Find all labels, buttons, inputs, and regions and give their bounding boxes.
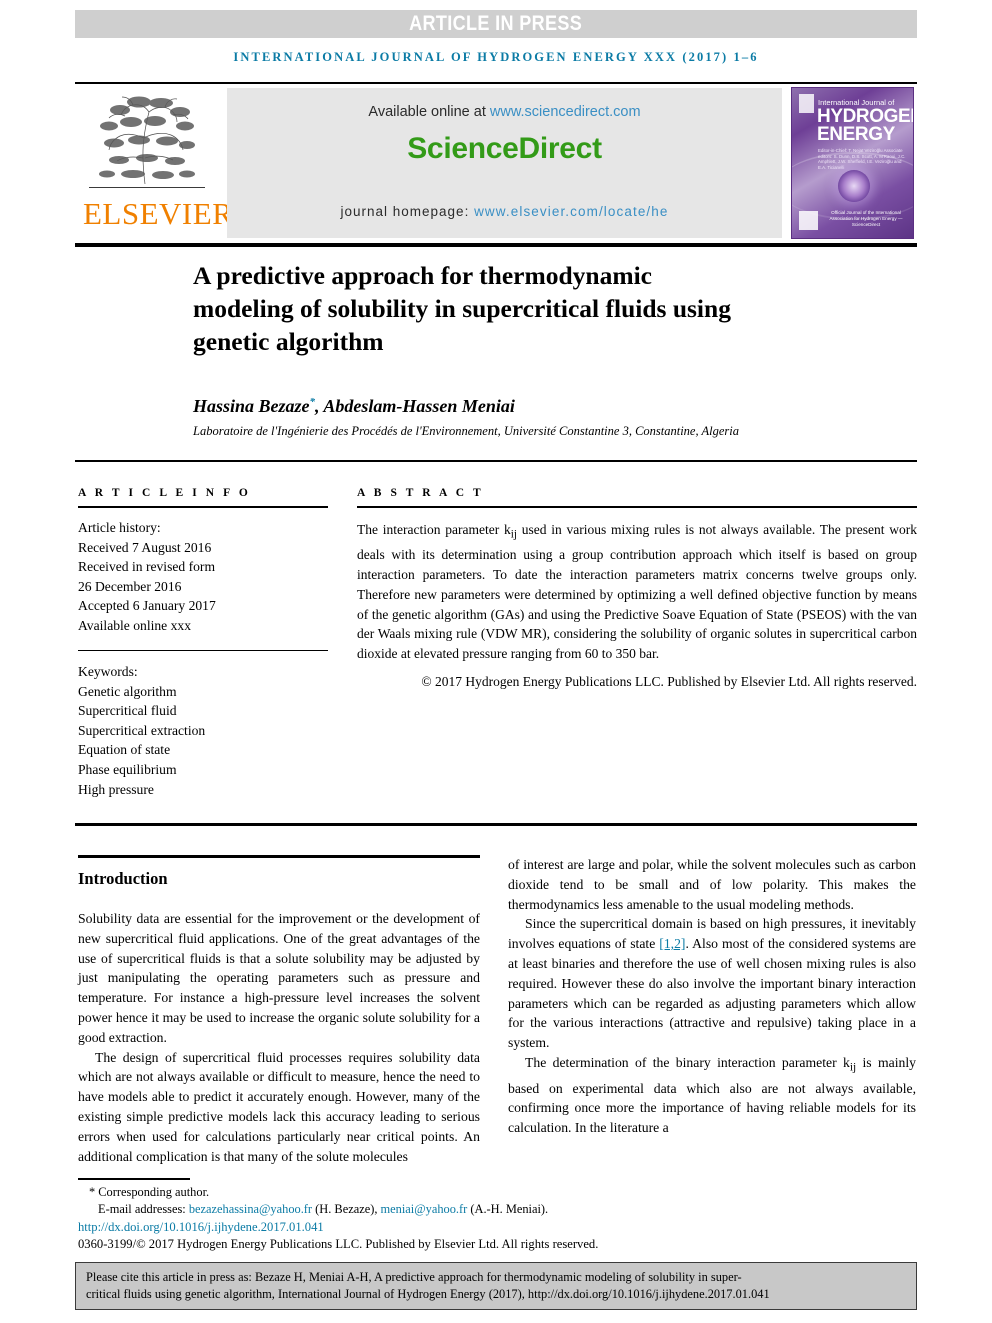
article-in-press-banner: ARTICLE IN PRESS [75, 10, 917, 38]
available-online-prefix: Available online at [368, 104, 490, 120]
elsevier-logo: ELSEVIER [81, 88, 233, 238]
masthead-top-rule [75, 82, 917, 84]
corresponding-author-note: * Corresponding author. [89, 1184, 210, 1199]
title-line-3: genetic algorithm [193, 327, 384, 356]
email-addresses-line: E-mail addresses: bezazehassina@yahoo.fr… [78, 1201, 638, 1219]
journal-running-head: INTERNATIONAL JOURNAL OF HYDROGEN ENERGY… [233, 50, 759, 64]
keywords-heading: Keywords: [78, 664, 138, 680]
page-title: A predictive approach for thermodynamic … [193, 259, 803, 358]
sciencedirect-url-link[interactable]: www.sciencedirect.com [490, 104, 641, 120]
email-link-2[interactable]: meniai@yahoo.fr [381, 1202, 468, 1216]
article-history-block: Article history: Received 7 August 2016 … [78, 518, 328, 636]
cover-orb-graphic [838, 170, 870, 202]
article-info-label: A R T I C L E I N F O [78, 487, 251, 499]
masthead-bottom-rule [75, 243, 917, 247]
article-info-rule [78, 506, 328, 508]
history-item: 26 December 2016 [78, 578, 182, 594]
abstract-rule [357, 506, 917, 508]
introduction-heading: Introduction [78, 869, 168, 888]
elsevier-tree-drawing [99, 96, 195, 185]
elsevier-wordmark: ELSEVIER [83, 196, 234, 231]
citation-notice-box: Please cite this article in press as: Be… [75, 1262, 917, 1310]
body-column-left: Introduction Solubility data are essenti… [78, 855, 480, 1166]
abstract-section: A B S T R A C T The interaction paramete… [357, 487, 917, 691]
footnote-block: * Corresponding author. E-mail addresses… [78, 1178, 638, 1252]
email-link-1[interactable]: bezazehassina@yahoo.fr [189, 1202, 312, 1216]
keyword-item: High pressure [78, 781, 154, 797]
footnote-rule [78, 1178, 190, 1180]
doi-link[interactable]: http://dx.doi.org/10.1016/j.ijhydene.201… [78, 1220, 638, 1235]
article-info-section: A R T I C L E I N F O Article history: R… [78, 487, 328, 799]
email-owner-1: (H. Bezaze), [312, 1202, 381, 1217]
journal-homepage-line: journal homepage: www.elsevier.com/locat… [227, 204, 782, 219]
cover-association-mark-icon [799, 211, 818, 230]
article-in-press-label: ARTICLE IN PRESS [409, 12, 583, 35]
journal-homepage-link[interactable]: www.elsevier.com/locate/he [474, 204, 668, 219]
right-paragraph-2-part-b: . Also most of the considered systems ar… [508, 936, 916, 1051]
cover-editors-text: Editor-in-Chief: T. Nejat Veziroğlu Asso… [818, 148, 906, 170]
cover-title-energy: ENERGY [817, 124, 895, 145]
article-history-heading: Article history: [78, 520, 161, 535]
author-primary: Hassina Bezaze [193, 396, 310, 416]
sciencedirect-panel: Available online at www.sciencedirect.co… [227, 88, 782, 238]
keyword-item: Equation of state [78, 742, 171, 758]
history-item: Received in revised form [78, 559, 216, 575]
masthead: ELSEVIER Available online at www.science… [75, 86, 917, 241]
cover-elsevier-mark-icon [799, 94, 814, 113]
abstract-label: A B S T R A C T [357, 487, 484, 499]
intro-paragraph-1: Solubility data are essential for the im… [78, 911, 480, 1045]
title-line-1: A predictive approach for thermodynamic [193, 261, 652, 290]
reference-citation-link[interactable]: [1,2] [659, 936, 685, 951]
elsevier-tree-icon [87, 88, 207, 194]
abstract-text: The interaction parameter kij used in va… [357, 522, 917, 661]
journal-homepage-prefix: journal homepage: [340, 204, 475, 219]
keyword-item: Supercritical extraction [78, 722, 206, 738]
author-secondary: , Abdeslam-Hassen Meniai [315, 396, 515, 416]
issn-copyright-line: 0360-3199/© 2017 Hydrogen Energy Publica… [78, 1236, 599, 1251]
email-owner-2: (A.-H. Meniai). [467, 1202, 549, 1217]
author-list: Hassina Bezaze*, Abdeslam-Hassen Meniai [193, 396, 893, 417]
keyword-item: Phase equilibrium [78, 762, 177, 778]
right-paragraph-1: of interest are large and polar, while t… [508, 857, 916, 912]
sciencedirect-wordmark: ScienceDirect [407, 132, 602, 165]
author-affiliation: Laboratoire de l'Ingénierie des Procédés… [193, 424, 740, 438]
keywords-divider-rule [78, 649, 328, 652]
keyword-item: Supercritical fluid [78, 703, 177, 719]
article-page: ARTICLE IN PRESS INTERNATIONAL JOURNAL O… [0, 0, 992, 1323]
right-paragraph-2: Since the supercritical domain is based … [508, 914, 916, 1053]
left-column-top-rule [78, 855, 480, 858]
title-section-rule [75, 460, 917, 462]
abstract-copyright: © 2017 Hydrogen Energy Publications LLC.… [421, 673, 917, 689]
title-line-2: modeling of solubility in supercritical … [193, 294, 731, 323]
journal-cover-image: International Journal of HYDROGEN ENERGY… [791, 87, 914, 239]
keywords-block: Keywords: Genetic algorithm Supercritica… [78, 662, 328, 799]
history-item: Accepted 6 January 2017 [78, 598, 216, 614]
body-column-right: of interest are large and polar, while t… [508, 855, 916, 1138]
right-paragraph-3: The determination of the binary interact… [508, 1054, 916, 1136]
available-online-line: Available online at www.sciencedirect.co… [227, 104, 782, 120]
email-label: E-mail addresses: [98, 1202, 189, 1217]
intro-paragraph-2: The design of supercritical fluid proces… [78, 1049, 480, 1164]
keyword-item: Genetic algorithm [78, 683, 177, 699]
cover-footer-text: Official Journal of the International As… [829, 210, 903, 227]
history-item: Received 7 August 2016 [78, 539, 212, 555]
abstract-section-rule [75, 823, 917, 826]
elsevier-tree-baseline [89, 186, 205, 188]
citation-line-2: critical fluids using genetic algorithm,… [86, 1287, 770, 1302]
citation-line-1: Please cite this article in press as: Be… [86, 1270, 742, 1284]
citation-notice-text: Please cite this article in press as: Be… [76, 1263, 916, 1303]
history-item: Available online xxx [78, 617, 191, 633]
